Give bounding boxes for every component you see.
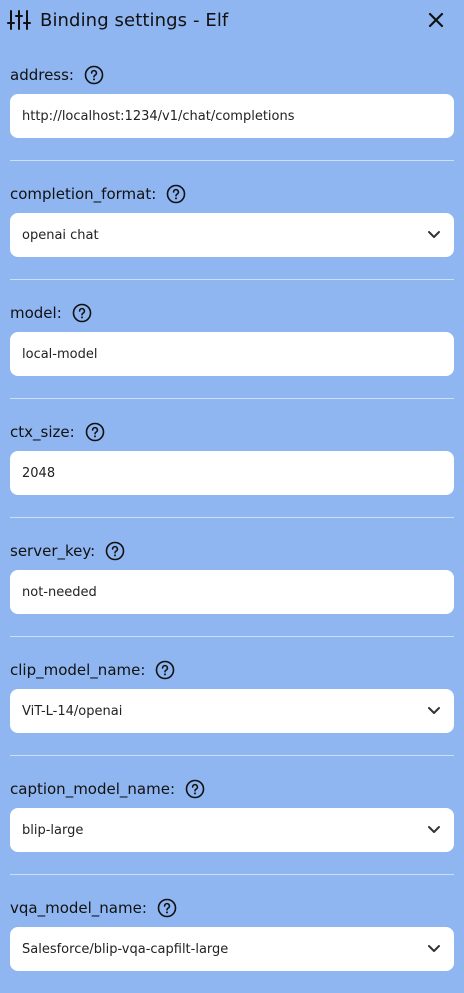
binding-settings-panel: Binding settings - Elf address: http://l… bbox=[0, 0, 464, 971]
chevron-down-icon bbox=[426, 703, 442, 719]
field-server-key: server_key: bbox=[10, 518, 454, 637]
field-label: completion_format: bbox=[10, 185, 157, 203]
field-caption-model-name: caption_model_name: blip-large bbox=[10, 756, 454, 875]
server-key-field-box bbox=[10, 570, 454, 614]
model-input[interactable] bbox=[22, 346, 442, 362]
caption-model-name-select[interactable]: blip-large bbox=[10, 808, 454, 852]
address-field-box bbox=[10, 94, 454, 138]
ctx-size-field-box bbox=[10, 451, 454, 495]
field-label: model: bbox=[10, 304, 62, 322]
help-icon[interactable] bbox=[166, 184, 186, 204]
help-icon[interactable] bbox=[105, 541, 125, 561]
chevron-down-icon bbox=[426, 822, 442, 838]
field-address: address: bbox=[10, 40, 454, 161]
field-label: ctx_size: bbox=[10, 423, 75, 441]
field-clip-model-name: clip_model_name: ViT-L-14/openai bbox=[10, 637, 454, 756]
field-label: vqa_model_name: bbox=[10, 899, 147, 917]
field-model: model: bbox=[10, 280, 454, 399]
field-ctx-size: ctx_size: bbox=[10, 399, 454, 518]
help-icon[interactable] bbox=[157, 898, 177, 918]
sliders-icon bbox=[6, 8, 32, 32]
field-completion-format: completion_format: openai chat bbox=[10, 161, 454, 280]
field-label: caption_model_name: bbox=[10, 780, 175, 798]
chevron-down-icon bbox=[426, 941, 442, 957]
panel-title: Binding settings - Elf bbox=[40, 9, 229, 31]
field-label: server_key: bbox=[10, 542, 96, 560]
select-value: Salesforce/blip-vqa-capfilt-large bbox=[22, 941, 229, 957]
help-icon[interactable] bbox=[185, 779, 205, 799]
vqa-model-name-select[interactable]: Salesforce/blip-vqa-capfilt-large bbox=[10, 927, 454, 971]
select-value: openai chat bbox=[22, 227, 99, 243]
server-key-input[interactable] bbox=[22, 584, 442, 600]
field-vqa-model-name: vqa_model_name: Salesforce/blip-vqa-capf… bbox=[10, 875, 454, 993]
close-icon bbox=[428, 12, 444, 28]
field-label: address: bbox=[10, 66, 74, 84]
select-value: ViT-L-14/openai bbox=[22, 703, 123, 719]
close-button[interactable] bbox=[422, 6, 450, 34]
ctx-size-input[interactable] bbox=[22, 465, 442, 481]
address-input[interactable] bbox=[22, 108, 442, 124]
help-icon[interactable] bbox=[85, 422, 105, 442]
help-icon[interactable] bbox=[72, 303, 92, 323]
field-label: clip_model_name: bbox=[10, 661, 146, 679]
settings-form: address: completion_format: openai chat bbox=[0, 40, 464, 993]
model-field-box bbox=[10, 332, 454, 376]
clip-model-name-select[interactable]: ViT-L-14/openai bbox=[10, 689, 454, 733]
panel-header: Binding settings - Elf bbox=[0, 0, 464, 40]
chevron-down-icon bbox=[426, 227, 442, 243]
select-value: blip-large bbox=[22, 822, 84, 838]
completion-format-select[interactable]: openai chat bbox=[10, 213, 454, 257]
help-icon[interactable] bbox=[155, 660, 175, 680]
help-icon[interactable] bbox=[84, 65, 104, 85]
